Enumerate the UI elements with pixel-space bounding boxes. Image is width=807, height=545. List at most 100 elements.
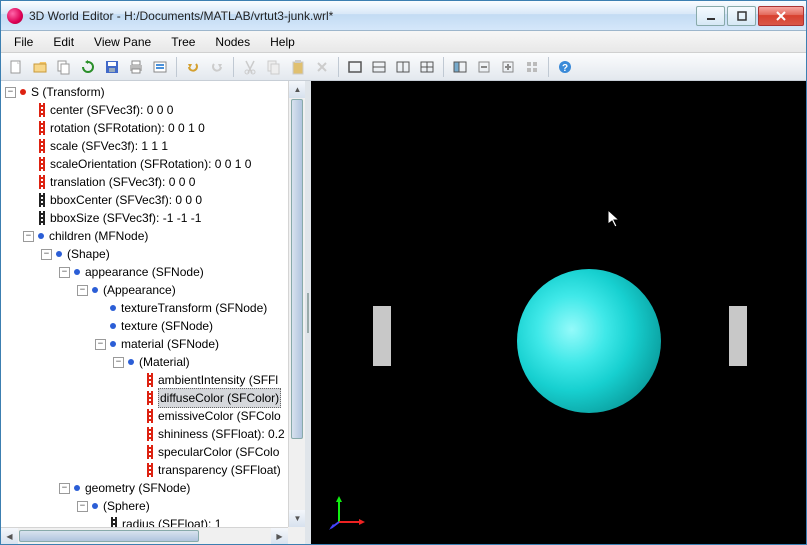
content-area: S (Transform) center (SFVec3f): 0 0 0 ro… [1, 81, 806, 544]
tree-field-specularcolor[interactable]: specularColor (SFColo [5, 443, 305, 461]
tree-node-shape[interactable]: (Shape) [5, 245, 305, 263]
svg-text:?: ? [562, 63, 568, 74]
paste-button[interactable] [287, 56, 309, 78]
tree-field-material[interactable]: material (SFNode) [5, 335, 305, 353]
preview-button[interactable] [149, 56, 171, 78]
tree-field-diffusecolor[interactable]: diffuseColor (SFColor) [5, 389, 305, 407]
menu-edit[interactable]: Edit [44, 33, 83, 51]
tree-field-center[interactable]: center (SFVec3f): 0 0 0 [5, 101, 305, 119]
node-icon [110, 305, 116, 311]
help-button[interactable]: ? [554, 56, 576, 78]
layout-hsplit-button[interactable] [368, 56, 390, 78]
field-icon [37, 175, 47, 189]
menu-tree[interactable]: Tree [162, 33, 204, 51]
menu-help[interactable]: Help [261, 33, 304, 51]
tree-field-bboxcenter[interactable]: bboxCenter (SFVec3f): 0 0 0 [5, 191, 305, 209]
menubar: File Edit View Pane Tree Nodes Help [1, 31, 806, 53]
toolbar-separator [548, 57, 549, 77]
tree-node-sphere[interactable]: (Sphere) [5, 497, 305, 515]
print-button[interactable] [125, 56, 147, 78]
toolbar-separator [233, 57, 234, 77]
node-icon [92, 287, 98, 293]
collapse-icon[interactable] [113, 357, 124, 368]
refresh-button[interactable] [77, 56, 99, 78]
collapse-icon[interactable] [41, 249, 52, 260]
tree-node-transform[interactable]: S (Transform) [5, 83, 305, 101]
menu-viewpane[interactable]: View Pane [85, 33, 160, 51]
collapse-icon[interactable] [77, 501, 88, 512]
tree-scroll[interactable]: S (Transform) center (SFVec3f): 0 0 0 ro… [1, 81, 305, 544]
node-icon [74, 269, 80, 275]
tree-field-scale[interactable]: scale (SFVec3f): 1 1 1 [5, 137, 305, 155]
menu-nodes[interactable]: Nodes [206, 33, 259, 51]
field-icon [145, 409, 155, 423]
sphere-object [517, 269, 661, 413]
layout-vsplit-button[interactable] [392, 56, 414, 78]
tree-node-material[interactable]: (Material) [5, 353, 305, 371]
toolbar: ? [1, 53, 806, 81]
field-icon [37, 211, 47, 225]
close-button[interactable] [758, 6, 804, 26]
tree-field-children[interactable]: children (MFNode) [5, 227, 305, 245]
collapse-icon[interactable] [5, 87, 16, 98]
scroll-left-icon[interactable]: ◀ [1, 528, 18, 544]
tree-field-scaleorientation[interactable]: scaleOrientation (SFRotation): 0 0 1 0 [5, 155, 305, 173]
window-controls [696, 6, 804, 26]
vertical-scrollbar[interactable]: ▲▼ [288, 81, 305, 527]
tree-field-appearance[interactable]: appearance (SFNode) [5, 263, 305, 281]
tree-field-texturetransform[interactable]: textureTransform (SFNode) [5, 299, 305, 317]
tree-field-bboxsize[interactable]: bboxSize (SFVec3f): -1 -1 -1 [5, 209, 305, 227]
collapse-icon[interactable] [95, 339, 106, 350]
tree-pane: S (Transform) center (SFVec3f): 0 0 0 ro… [1, 81, 305, 544]
tree-field-rotation[interactable]: rotation (SFRotation): 0 0 1 0 [5, 119, 305, 137]
tree-field-emissivecolor[interactable]: emissiveColor (SFColo [5, 407, 305, 425]
node-icon [56, 251, 62, 257]
scroll-up-icon[interactable]: ▲ [289, 81, 305, 98]
layout-quad-button[interactable] [416, 56, 438, 78]
zoom-out-button[interactable] [473, 56, 495, 78]
selected-field: diffuseColor (SFColor) [158, 388, 281, 408]
scroll-down-icon[interactable]: ▼ [289, 510, 305, 527]
node-icon [20, 89, 26, 95]
scroll-right-icon[interactable]: ▶ [271, 528, 288, 544]
save-button[interactable] [101, 56, 123, 78]
maximize-button[interactable] [727, 6, 756, 26]
grid-button[interactable] [521, 56, 543, 78]
field-icon [37, 139, 47, 153]
tree-field-shininess[interactable]: shininess (SFFloat): 0.2 [5, 425, 305, 443]
tree-field-geometry[interactable]: geometry (SFNode) [5, 479, 305, 497]
field-icon [37, 157, 47, 171]
block-right [729, 306, 747, 366]
node-icon [74, 485, 80, 491]
delete-button[interactable] [311, 56, 333, 78]
undo-button[interactable] [182, 56, 204, 78]
field-icon [37, 193, 47, 207]
layout-single-button[interactable] [344, 56, 366, 78]
field-icon [145, 427, 155, 441]
3d-viewport[interactable] [311, 81, 806, 544]
scroll-thumb[interactable] [291, 99, 303, 439]
collapse-icon[interactable] [77, 285, 88, 296]
new-button[interactable] [5, 56, 27, 78]
scroll-corner [288, 527, 305, 544]
open-button[interactable] [29, 56, 51, 78]
collapse-icon[interactable] [59, 267, 70, 278]
collapse-icon[interactable] [59, 483, 70, 494]
minimize-button[interactable] [696, 6, 725, 26]
zoom-in-button[interactable] [497, 56, 519, 78]
scroll-thumb[interactable] [19, 530, 199, 542]
tree-node-appearance[interactable]: (Appearance) [5, 281, 305, 299]
copy2-button[interactable] [263, 56, 285, 78]
tree-field-texture[interactable]: texture (SFNode) [5, 317, 305, 335]
tree-field-ambientintensity[interactable]: ambientIntensity (SFFl [5, 371, 305, 389]
cut-button[interactable] [239, 56, 261, 78]
tree-field-translation[interactable]: translation (SFVec3f): 0 0 0 [5, 173, 305, 191]
redo-button[interactable] [206, 56, 228, 78]
toggle-tree-button[interactable] [449, 56, 471, 78]
copy-button[interactable] [53, 56, 75, 78]
tree-field-transparency[interactable]: transparency (SFFloat) [5, 461, 305, 479]
horizontal-scrollbar[interactable]: ◀▶ [1, 527, 288, 544]
collapse-icon[interactable] [23, 231, 34, 242]
menu-file[interactable]: File [5, 33, 42, 51]
block-left [373, 306, 391, 366]
